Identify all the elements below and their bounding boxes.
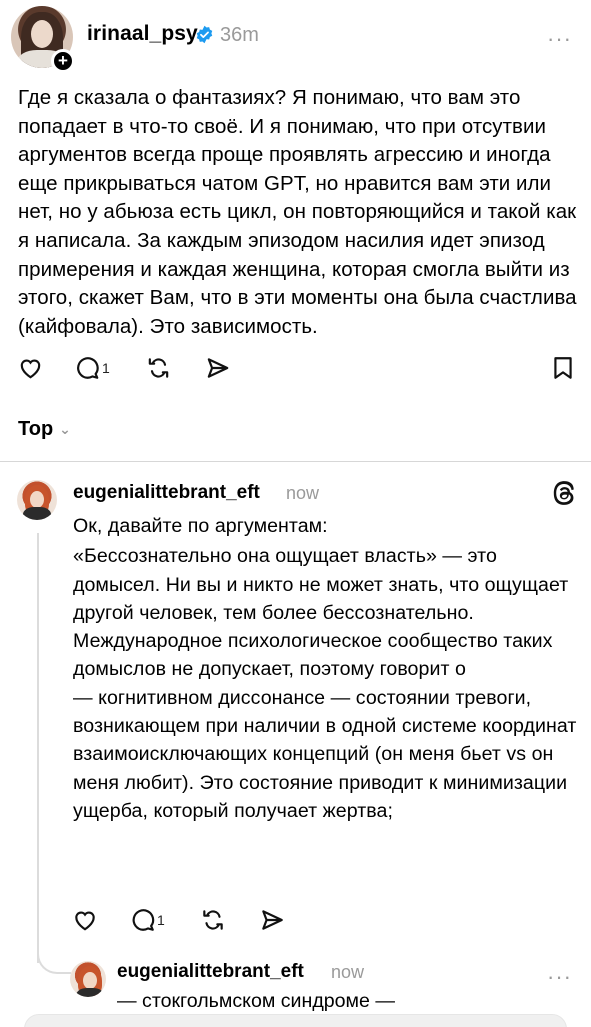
- reply-time: now: [286, 483, 320, 503]
- reply-paragraph: Ок, давайте по аргументам:: [73, 515, 328, 537]
- sub-reply-avatar[interactable]: [70, 961, 106, 997]
- sub-reply-username[interactable]: eugenialittebrant_eft: [117, 961, 304, 983]
- post-actions: 1: [0, 354, 591, 384]
- threads-logo-icon[interactable]: [551, 480, 577, 506]
- reply-body: Ок, давайте по аргументам: «Бессознатель…: [73, 512, 579, 825]
- repost-button[interactable]: [145, 354, 172, 382]
- divider: [0, 461, 591, 462]
- reply-paragraph: «Бессознательно она ощущает власть» — эт…: [73, 545, 569, 681]
- save-button[interactable]: [552, 354, 574, 382]
- reply-actions: 1: [0, 906, 591, 936]
- comment-button[interactable]: 1: [74, 354, 110, 382]
- avatar-body: [23, 507, 51, 520]
- reply-username[interactable]: eugenialittebrant_eft: [73, 482, 260, 504]
- share-button[interactable]: [204, 354, 231, 382]
- comment-icon: [132, 909, 155, 931]
- send-icon: [207, 358, 229, 378]
- avatar-face: [83, 972, 97, 989]
- repost-icon: [148, 358, 169, 378]
- chevron-down-icon: ⌄: [59, 421, 71, 437]
- thread-connector: [37, 940, 71, 974]
- post-body: Где я сказала о фантазиях? Я понимаю, чт…: [18, 86, 577, 338]
- reply-avatar[interactable]: [17, 480, 57, 520]
- comment-button[interactable]: 1: [130, 906, 165, 934]
- send-icon: [262, 910, 283, 930]
- comment-icon: [77, 357, 99, 379]
- follow-plus-icon[interactable]: +: [51, 49, 75, 73]
- more-options-icon[interactable]: ···: [547, 964, 572, 990]
- reply-composer[interactable]: [24, 1014, 567, 1027]
- bookmark-icon: [554, 357, 572, 379]
- sub-reply-body: — стокгольмском синдроме —: [117, 990, 395, 1012]
- heart-icon: [20, 359, 41, 379]
- like-button[interactable]: [17, 354, 44, 382]
- heart-icon: [75, 911, 95, 931]
- avatar-body: [76, 988, 104, 997]
- avatar-face: [30, 491, 44, 508]
- more-options-icon[interactable]: ···: [547, 26, 572, 52]
- thread-line: [37, 533, 39, 963]
- post-username[interactable]: irinaal_psy: [87, 22, 198, 46]
- repost-button[interactable]: [200, 906, 226, 934]
- reply-paragraph: — когнитивном диссонансе — состоянии тре…: [73, 686, 577, 822]
- post-time: 36m: [220, 24, 259, 46]
- comment-count: 1: [102, 360, 110, 376]
- comment-count: 1: [157, 912, 165, 928]
- repost-icon: [203, 910, 223, 930]
- verified-badge-icon: [196, 25, 213, 44]
- avatar-face: [31, 20, 53, 48]
- like-button[interactable]: [72, 906, 98, 934]
- sub-reply-time: now: [331, 962, 365, 982]
- share-button[interactable]: [259, 906, 285, 934]
- sort-dropdown[interactable]: Top ⌄: [18, 418, 71, 441]
- sort-label: Top: [18, 418, 54, 440]
